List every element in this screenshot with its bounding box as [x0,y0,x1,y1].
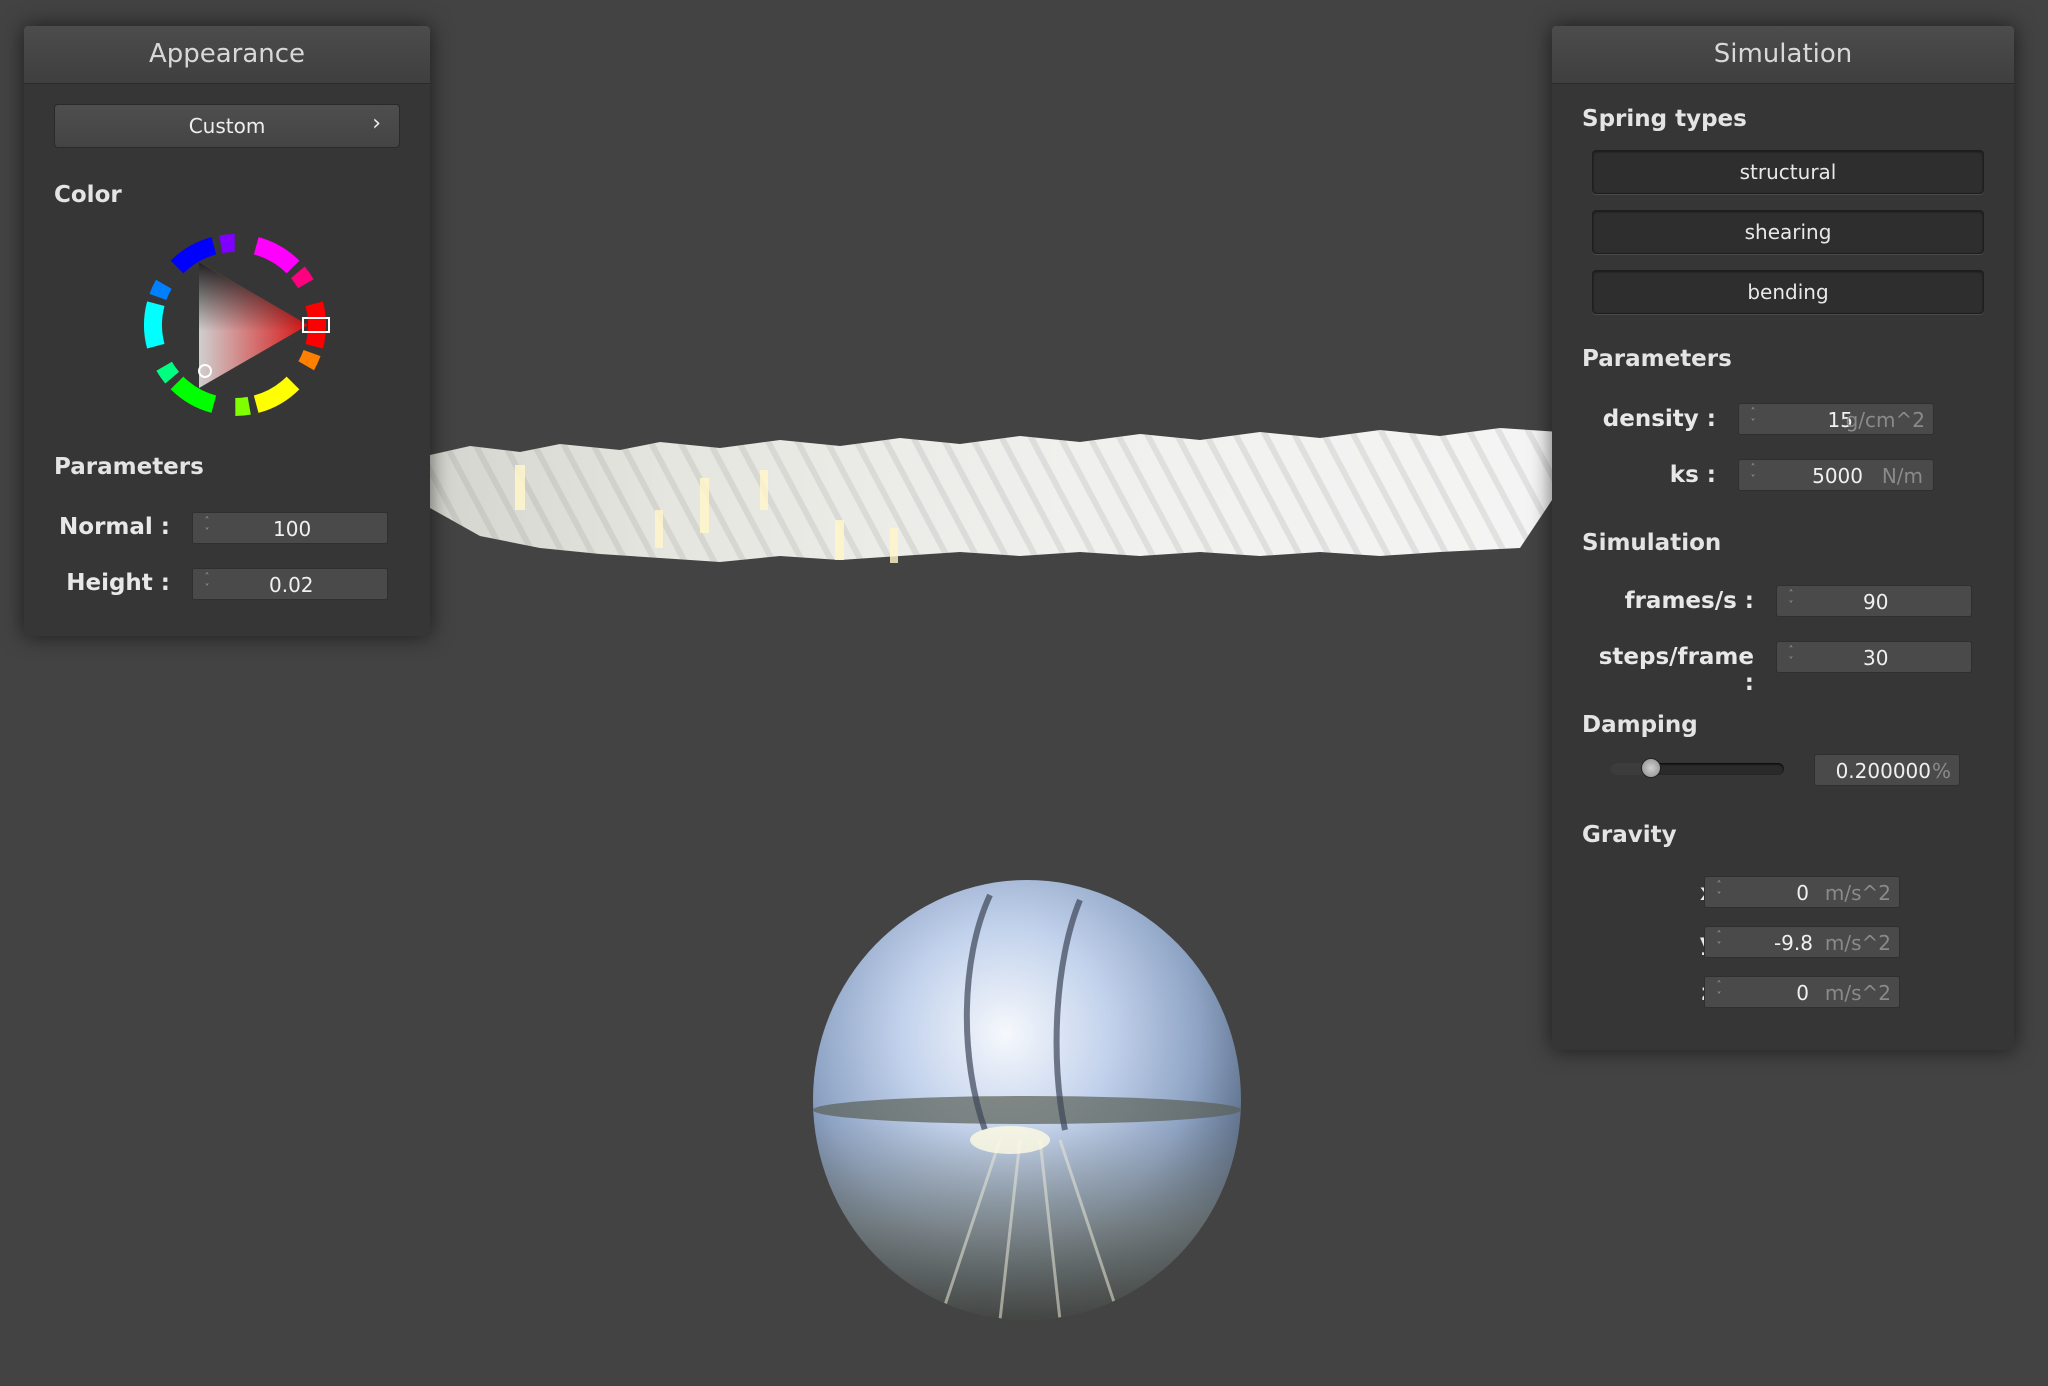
spinner-icon[interactable]: ˄ ˅ [1785,589,1797,613]
spinner-icon[interactable]: ˄ ˅ [1747,463,1759,487]
fps-label: frames/s : [1624,588,1754,614]
gravity-z-input[interactable]: ˄ ˅ 0 m/s^2 [1704,976,1900,1008]
appearance-parameters-label: Parameters [54,454,204,480]
gravity-y-unit: m/s^2 [1824,931,1891,955]
spinner-icon[interactable]: ˄ ˅ [1785,645,1797,669]
damping-unit: % [1931,759,1951,783]
gravity-z-unit: m/s^2 [1824,981,1891,1005]
sim-parameters-label: Parameters [1582,346,1732,372]
spinner-icon[interactable]: ˄ ˅ [1713,930,1725,954]
damping-slider-knob[interactable] [1640,758,1661,778]
height-input[interactable]: ˄ ˅ 0.02 [192,568,388,600]
sphere [813,880,1241,1320]
spring-shearing-toggle[interactable]: shearing [1592,210,1984,254]
normal-value: 100 [273,517,312,541]
steps-label: steps/frame : [1598,644,1754,696]
damping-slider[interactable] [1610,758,1784,778]
simulation-panel: Simulation Spring types structural shear… [1552,26,2014,1050]
fps-input[interactable]: ˄ ˅ 90 [1776,585,1972,617]
normal-input[interactable]: ˄ ˅ 100 [192,512,388,544]
gravity-x-value: 0 [1796,881,1809,905]
height-label: Height : [66,570,170,596]
spring-structural-toggle[interactable]: structural [1592,150,1984,194]
gravity-z-value: 0 [1796,981,1809,1005]
damping-value: 0.200000 [1835,759,1931,783]
gravity-y-input[interactable]: ˄ ˅ -9.8 m/s^2 [1704,926,1900,958]
spring-bending-toggle[interactable]: bending [1592,270,1984,314]
density-unit: g/cm^2 [1845,408,1925,432]
gravity-y-value: -9.8 [1773,931,1813,955]
ks-value: 5000 [1812,464,1863,488]
cloth [270,424,1612,563]
spring-types-label: Spring types [1582,106,1747,132]
steps-value: 30 [1863,646,1889,670]
damping-label: Damping [1582,712,1698,738]
spinner-icon[interactable]: ˄ ˅ [201,516,213,540]
preset-combobox[interactable]: Custom › [54,104,400,148]
spinner-icon[interactable]: ˄ ˅ [1713,880,1725,904]
height-value: 0.02 [269,573,314,597]
density-input[interactable]: ˄ ˅ 15 g/cm^2 [1738,403,1934,435]
appearance-panel: Appearance Custom › Color Parameters Nor… [24,26,430,636]
simulation-section-label: Simulation [1582,530,1722,556]
density-label: density : [1602,406,1716,432]
color-wheel[interactable] [140,230,330,420]
fps-value: 90 [1863,590,1889,614]
steps-input[interactable]: ˄ ˅ 30 [1776,641,1972,673]
preset-label: Custom [188,114,266,138]
color-label: Color [54,182,122,208]
ks-unit: N/m [1881,464,1923,488]
appearance-title: Appearance [24,26,430,84]
spinner-icon[interactable]: ˄ ˅ [201,572,213,596]
damping-input[interactable]: 0.200000 % [1814,754,1960,786]
normal-label: Normal : [59,514,170,540]
gravity-label: Gravity [1582,822,1677,848]
chevron-right-icon: › [372,111,381,136]
spinner-icon[interactable]: ˄ ˅ [1713,980,1725,1004]
ks-label: ks : [1669,462,1716,488]
spinner-icon[interactable]: ˄ ˅ [1747,407,1759,431]
gravity-x-unit: m/s^2 [1824,881,1891,905]
gravity-x-input[interactable]: ˄ ˅ 0 m/s^2 [1704,876,1900,908]
simulation-title: Simulation [1552,26,2014,84]
ks-input[interactable]: ˄ ˅ 5000 N/m [1738,459,1934,491]
